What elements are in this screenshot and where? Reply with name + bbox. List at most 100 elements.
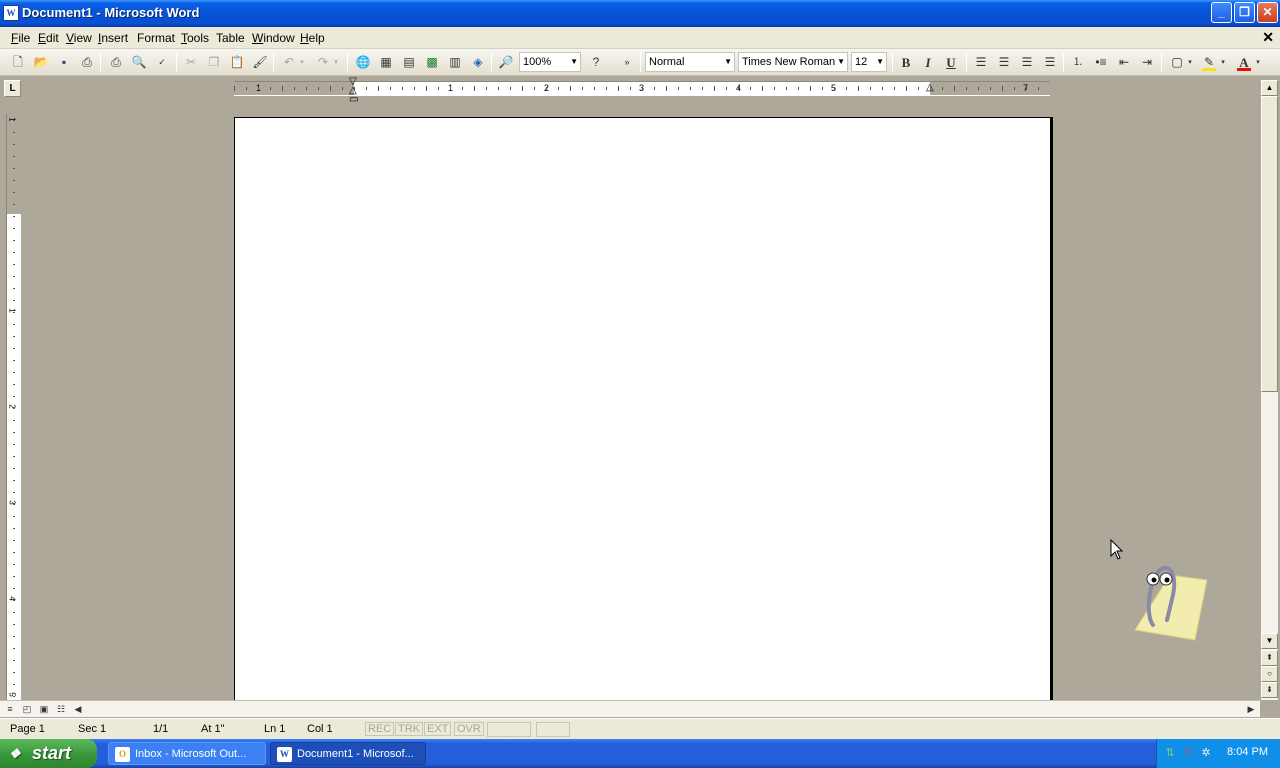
normal-view-icon[interactable]: ≡ <box>2 702 18 716</box>
vertical-scrollbar[interactable]: ▲ ▼ ⇞ ○ ⇟ <box>1261 80 1278 700</box>
clock[interactable]: 8:04 PM <box>1227 746 1268 758</box>
windows-logo-icon: ❖ <box>9 746 21 761</box>
spelling-icon[interactable]: ✓ <box>152 53 172 72</box>
highlight-dropdown-icon[interactable]: ▾ <box>1218 53 1228 72</box>
tab-selector[interactable]: L <box>4 80 21 97</box>
ruler-tick <box>966 87 967 90</box>
previous-page-button[interactable]: ⇞ <box>1261 650 1278 666</box>
next-page-button[interactable]: ⇟ <box>1261 682 1278 698</box>
insert-excel-icon[interactable]: ▩ <box>422 53 442 72</box>
redo-icon[interactable]: ↷ <box>313 53 333 72</box>
align-center-icon[interactable]: ☰ <box>994 53 1014 72</box>
ruler-tick <box>13 528 15 529</box>
print-icon[interactable]: ⎙ <box>106 53 126 72</box>
italic-button[interactable]: I <box>918 53 938 72</box>
font-size-select[interactable]: 12 ▼ <box>851 52 887 72</box>
start-button[interactable]: ❖ start <box>0 739 97 768</box>
menu-edit[interactable]: Edit <box>35 30 62 46</box>
document-page[interactable] <box>234 117 1051 707</box>
print-preview-icon[interactable]: 🔍 <box>129 53 149 72</box>
scroll-right-button[interactable]: ▶ <box>1243 702 1259 716</box>
settings-tray-icon[interactable]: ✲ <box>1199 746 1213 760</box>
web-layout-view-icon[interactable]: ◰ <box>19 702 35 716</box>
status-trk[interactable]: TRK <box>395 722 423 736</box>
close-button[interactable]: ✕ <box>1257 2 1278 23</box>
style-select[interactable]: Normal ▼ <box>645 52 735 72</box>
print-layout-view-icon[interactable]: ▣ <box>36 702 52 716</box>
office-assistant-clippy[interactable] <box>1115 555 1210 645</box>
format-painter-icon[interactable]: 🖌 <box>250 53 270 72</box>
menu-tools[interactable]: Tools <box>178 30 212 46</box>
numbering-icon[interactable]: ⒈ <box>1068 53 1088 72</box>
font-select[interactable]: Times New Roman ▼ <box>738 52 848 72</box>
copy-icon[interactable]: ❐ <box>204 53 224 72</box>
ruler-tick <box>678 87 679 90</box>
title-bar[interactable]: W Document1 - Microsoft Word _ ❐ ✕ <box>0 0 1280 27</box>
bold-button[interactable]: B <box>896 53 916 72</box>
scroll-down-button[interactable]: ▼ <box>1261 633 1278 649</box>
status-ovr[interactable]: OVR <box>454 722 484 736</box>
menu-table[interactable]: Table <box>213 30 248 46</box>
scrollbar-thumb[interactable] <box>1261 96 1278 392</box>
zoom-select[interactable]: 100% ▼ <box>519 52 581 72</box>
redo-dropdown-icon[interactable]: ▾ <box>331 53 341 72</box>
security-shield-icon[interactable]: ⛉ <box>1181 746 1195 760</box>
outline-view-icon[interactable]: ☷ <box>53 702 69 716</box>
save-icon[interactable]: ▪ <box>54 53 74 72</box>
right-indent-marker[interactable]: △ <box>926 82 934 93</box>
word-doc-icon[interactable]: W <box>3 5 19 21</box>
restore-button[interactable]: ❐ <box>1234 2 1255 23</box>
columns-icon[interactable]: ▥ <box>445 53 465 72</box>
borders-icon[interactable]: ▢ <box>1167 53 1187 72</box>
undo-dropdown-icon[interactable]: ▾ <box>297 53 307 72</box>
taskbar-item-inbox[interactable]: O Inbox - Microsoft Out... <box>108 742 266 765</box>
select-browse-object-button[interactable]: ○ <box>1261 666 1278 682</box>
status-rec[interactable]: REC <box>365 722 395 736</box>
ruler-tick <box>13 552 15 553</box>
borders-dropdown-icon[interactable]: ▾ <box>1185 53 1195 72</box>
menu-window[interactable]: Window <box>249 30 298 46</box>
increase-indent-icon[interactable]: ⇥ <box>1137 53 1157 72</box>
document-close-button[interactable]: ✕ <box>1262 29 1274 46</box>
network-icon[interactable]: ⇅ <box>1163 746 1177 760</box>
menu-insert[interactable]: Insert <box>95 30 131 46</box>
ruler-tick <box>318 87 319 90</box>
decrease-indent-icon[interactable]: ⇤ <box>1114 53 1134 72</box>
drawing-icon[interactable]: ◈ <box>468 53 488 72</box>
taskbar-item-document1[interactable]: W Document1 - Microsof... <box>270 742 426 765</box>
minimize-button[interactable]: _ <box>1211 2 1232 23</box>
document-map-icon[interactable]: 🔎 <box>496 53 516 72</box>
menu-format[interactable]: Format <box>134 30 178 46</box>
underline-button[interactable]: U <box>941 53 961 72</box>
horizontal-scrollbar[interactable]: ≡ ◰ ▣ ☷ ◀ ▶ <box>0 700 1260 717</box>
highlight-icon[interactable]: ✎ <box>1199 53 1219 72</box>
menu-help[interactable]: Help <box>297 30 328 46</box>
print-icon[interactable]: ⎙ <box>77 53 97 72</box>
help-icon[interactable]: ? <box>586 53 606 72</box>
justify-icon[interactable]: ☰ <box>1040 53 1060 72</box>
ruler-tick <box>834 87 835 90</box>
align-left-icon[interactable]: ☰ <box>971 53 991 72</box>
font-color-dropdown-icon[interactable]: ▾ <box>1253 53 1263 72</box>
hyperlink-icon[interactable]: 🌐 <box>353 53 373 72</box>
undo-icon[interactable]: ↶ <box>279 53 299 72</box>
ruler-tick <box>774 87 775 90</box>
cut-icon[interactable]: ✂ <box>181 53 201 72</box>
bullets-icon[interactable]: •≡ <box>1091 53 1111 72</box>
menu-file[interactable]: File <box>8 30 33 46</box>
status-ext[interactable]: EXT <box>424 722 452 736</box>
align-right-icon[interactable]: ☰ <box>1017 53 1037 72</box>
paste-icon[interactable]: 📋 <box>227 53 247 72</box>
new-document-icon[interactable]: 🗋 <box>8 53 28 72</box>
insert-table-icon[interactable]: ▤ <box>399 53 419 72</box>
ruler-tick <box>13 492 15 493</box>
font-color-icon[interactable]: A <box>1234 53 1254 72</box>
tables-borders-icon[interactable]: ▦ <box>376 53 396 72</box>
first-line-indent-marker[interactable]: ▽ △ ▭ <box>349 77 358 105</box>
open-folder-icon[interactable]: 📂 <box>31 53 51 72</box>
scroll-up-button[interactable]: ▲ <box>1261 80 1278 96</box>
toolbar-options-icon[interactable]: » <box>621 53 633 72</box>
vertical-ruler[interactable]: 1 1 2 3 4 5 <box>6 114 21 700</box>
menu-view[interactable]: View <box>63 30 95 46</box>
scroll-left-button[interactable]: ◀ <box>70 702 86 716</box>
